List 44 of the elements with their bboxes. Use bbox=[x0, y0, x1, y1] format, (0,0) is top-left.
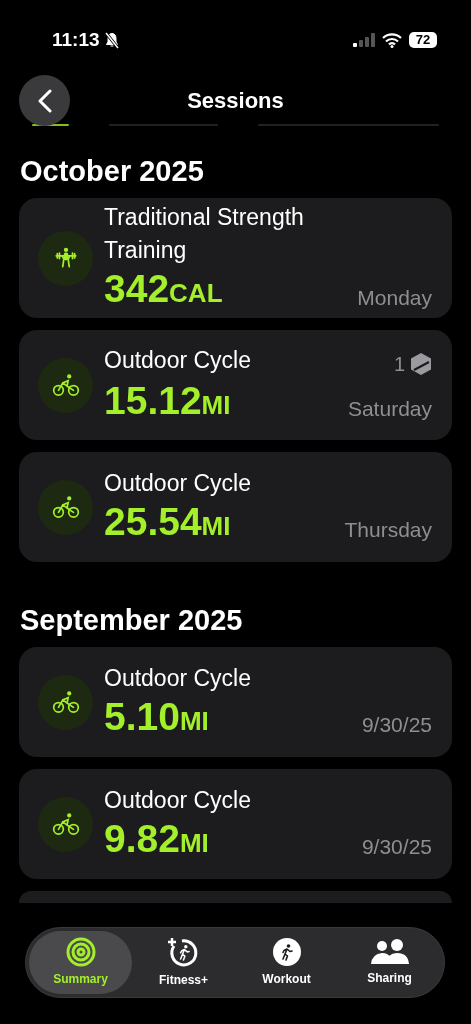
wifi-icon bbox=[382, 32, 402, 48]
workout-title: Outdoor Cycle bbox=[104, 468, 251, 498]
people-icon bbox=[369, 938, 410, 966]
cyclist-icon bbox=[50, 372, 81, 398]
workout-date: 9/30/25 bbox=[361, 834, 432, 860]
running-icon bbox=[271, 937, 302, 967]
clock-time: 11:13 bbox=[52, 27, 100, 52]
session-card[interactable]: Outdoor Cycle 9.82MI 9/30/25 bbox=[19, 769, 452, 879]
signal-icon bbox=[353, 33, 375, 47]
session-card[interactable]: Outdoor Cycle 1 15.12MI Saturday bbox=[19, 330, 452, 440]
workout-metric: 5.10MI bbox=[104, 694, 209, 740]
cyclist-icon bbox=[50, 689, 81, 715]
workout-date: Thursday bbox=[344, 517, 432, 543]
workout-title: Outdoor Cycle bbox=[104, 785, 251, 815]
month-heading: October 2025 bbox=[19, 155, 205, 187]
tab-bar-item[interactable]: Summary bbox=[29, 931, 132, 994]
session-card[interactable]: Outdoor Cycle 25.54MI Thursday bbox=[19, 452, 452, 562]
workout-title: Outdoor Cycle bbox=[104, 663, 251, 693]
muted-bell-icon bbox=[103, 31, 120, 49]
rings-icon bbox=[65, 937, 96, 967]
workout-metric: 9.82MI bbox=[104, 816, 209, 862]
session-card[interactable]: Traditional Strength Training 342CAL Monday bbox=[19, 198, 452, 318]
workout-title: Traditional Strength Training bbox=[104, 203, 305, 265]
battery-indicator: 72 bbox=[409, 32, 437, 48]
hexagon-award-icon bbox=[410, 351, 432, 376]
badge-count: 1 bbox=[393, 351, 405, 377]
tab-bar-item[interactable]: Workout bbox=[235, 931, 338, 994]
workout-title: Outdoor Cycle bbox=[104, 345, 251, 375]
cyclist-icon bbox=[50, 494, 81, 520]
chevron-left-icon bbox=[37, 88, 52, 113]
tab-bar-item[interactable]: Fitness+ bbox=[132, 931, 235, 994]
fitness-plus-icon bbox=[167, 936, 200, 968]
month-heading: September 2025 bbox=[19, 604, 244, 636]
back-button[interactable] bbox=[19, 75, 70, 126]
session-card[interactable]: Outdoor Cycle 5.10MI 9/30/25 bbox=[19, 647, 452, 757]
cyclist-icon bbox=[50, 811, 81, 837]
workout-date: 9/30/25 bbox=[361, 712, 432, 738]
workout-date: Monday bbox=[357, 284, 432, 311]
tab-bar-item[interactable]: Sharing bbox=[338, 931, 441, 994]
workout-metric: 25.54MI bbox=[104, 499, 231, 545]
workout-date: Saturday bbox=[347, 396, 432, 422]
workout-metric: 342CAL bbox=[104, 267, 223, 312]
workout-metric: 15.12MI bbox=[104, 378, 231, 424]
page-title: Sessions bbox=[187, 86, 284, 115]
